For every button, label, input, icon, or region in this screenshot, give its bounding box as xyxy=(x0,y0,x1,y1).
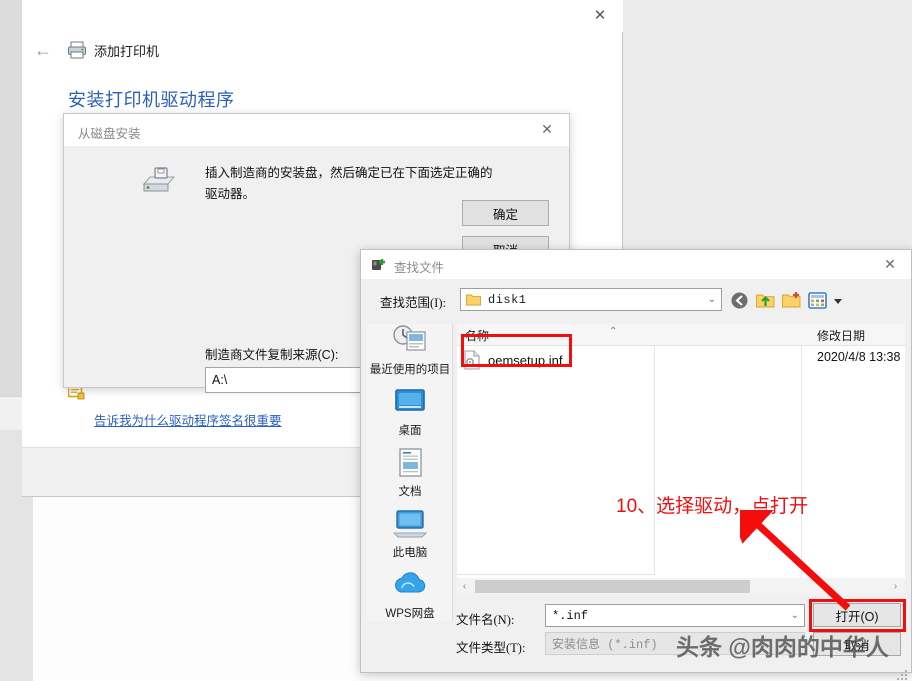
sort-ascending-icon: ⌃ xyxy=(609,326,618,337)
add-printer-titlebar: ✕ xyxy=(22,0,623,32)
table-row[interactable]: oemsetup.inf xyxy=(457,346,655,575)
from-disk-titlebar: 从磁盘安装 ✕ xyxy=(64,114,569,146)
file-name-label: 文件名(N): xyxy=(456,613,515,627)
page-title: 安装打印机驱动程序 xyxy=(68,90,235,110)
file-name: oemsetup.inf xyxy=(488,352,563,368)
look-in-label: 查找范围(I): xyxy=(380,296,446,310)
scrollbar-thumb[interactable] xyxy=(475,580,750,593)
documents-icon xyxy=(390,446,430,482)
driver-signing-link[interactable]: 告诉我为什么驱动程序签名很重要 xyxy=(94,410,282,429)
recent-items-icon xyxy=(390,324,430,360)
find-file-icon xyxy=(371,257,388,274)
look-in-value: disk1 xyxy=(488,292,527,307)
column-header-date-modified[interactable]: 修改日期 xyxy=(817,327,865,344)
close-icon[interactable]: ✕ xyxy=(577,0,623,30)
file-name-value: *.inf xyxy=(552,608,589,623)
add-printer-nav-row: ← 添加打印机 xyxy=(22,32,623,68)
view-menu-icon[interactable] xyxy=(807,290,828,311)
watermark-text: 头条 @肉肉的中华人 xyxy=(676,634,889,660)
file-type-label: 文件类型(T): xyxy=(456,641,526,655)
place-recent-items[interactable]: 最近使用的项目 xyxy=(367,324,453,384)
place-desktop[interactable]: 桌面 xyxy=(367,385,453,445)
file-list-header: 名称 ⌃ 修改日期 xyxy=(457,324,905,346)
view-menu-dropdown-icon[interactable] xyxy=(833,290,843,311)
close-icon[interactable]: ✕ xyxy=(525,114,569,144)
look-in-combobox[interactable]: disk1 ⌄ xyxy=(460,288,722,311)
ok-button[interactable]: 确定 xyxy=(462,200,549,226)
desktop-icon xyxy=(390,385,430,421)
file-type-value: 安装信息 (*.inf) xyxy=(552,638,658,652)
from-disk-message: 插入制造商的安装盘，然后确定已在下面选定正确的驱动器。 xyxy=(205,166,493,201)
place-label: 文档 xyxy=(398,486,422,498)
source-path-label: 制造商文件复制来源(C): xyxy=(205,348,339,362)
resize-grip-icon[interactable] xyxy=(897,667,909,680)
places-bar: 最近使用的项目 桌面 文档 此电脑 WPS网盘 xyxy=(367,324,453,621)
column-header-name[interactable]: 名称 xyxy=(465,327,489,344)
place-label: WPS网盘 xyxy=(385,608,435,620)
annotation-arrow-icon xyxy=(740,510,851,611)
find-file-titlebar: 查找文件 ✕ xyxy=(361,250,911,280)
place-label: 桌面 xyxy=(398,425,422,437)
look-in-row: 查找范围(I): disk1 ⌄ xyxy=(361,280,911,322)
file-entry[interactable]: oemsetup.inf xyxy=(463,350,562,370)
chevron-down-icon[interactable]: ⌄ xyxy=(708,294,716,305)
scroll-right-icon[interactable]: › xyxy=(888,579,903,594)
folder-icon xyxy=(466,293,481,306)
place-wps-cloud[interactable]: WPS网盘 xyxy=(367,568,453,628)
wps-cloud-icon xyxy=(390,568,430,604)
find-file-toolbar xyxy=(729,288,849,312)
add-printer-title: 添加打印机 xyxy=(94,43,160,59)
background-left-strip xyxy=(0,0,22,430)
floppy-disk-icon xyxy=(142,166,176,194)
printer-icon xyxy=(66,39,88,61)
place-documents[interactable]: 文档 xyxy=(367,446,453,506)
up-one-level-icon[interactable] xyxy=(755,290,776,311)
from-disk-title: 从磁盘安装 xyxy=(78,127,141,141)
background-left-strip-highlight xyxy=(0,396,22,432)
this-pc-icon xyxy=(390,507,430,543)
place-this-pc[interactable]: 此电脑 xyxy=(367,507,453,567)
close-icon[interactable]: ✕ xyxy=(869,250,911,279)
find-file-title: 查找文件 xyxy=(394,261,445,275)
place-label: 最近使用的项目 xyxy=(369,364,451,376)
scroll-left-icon[interactable]: ‹ xyxy=(457,579,472,594)
back-navigation-icon[interactable] xyxy=(729,290,750,311)
inf-file-icon xyxy=(463,350,481,370)
file-date-modified: 2020/4/8 13:38 xyxy=(817,350,901,364)
create-new-folder-icon[interactable] xyxy=(781,290,802,311)
back-arrow-icon[interactable]: ← xyxy=(28,35,58,65)
place-label: 此电脑 xyxy=(392,547,428,559)
